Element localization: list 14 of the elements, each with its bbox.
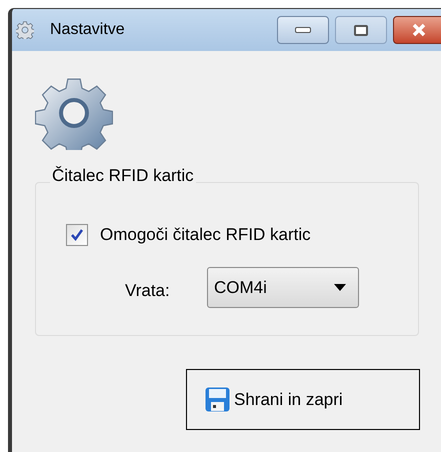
checkbox-label: Omogoči čitalec RFID kartic	[100, 224, 311, 246]
gear-icon	[16, 21, 34, 39]
window-title: Nastavitve	[50, 20, 125, 40]
check-icon	[70, 228, 84, 242]
minimize-button[interactable]	[277, 16, 329, 44]
checkbox[interactable]	[66, 224, 88, 246]
save-button[interactable]: Shrani in zapri	[186, 369, 420, 430]
port-dropdown[interactable]: COM4i	[207, 267, 359, 308]
port-label: Vrata:	[125, 280, 170, 302]
maximize-button[interactable]	[335, 16, 387, 44]
gear-icon	[35, 76, 113, 150]
caret-icon	[334, 284, 346, 291]
close-icon	[411, 23, 427, 37]
close-button[interactable]	[393, 16, 441, 44]
